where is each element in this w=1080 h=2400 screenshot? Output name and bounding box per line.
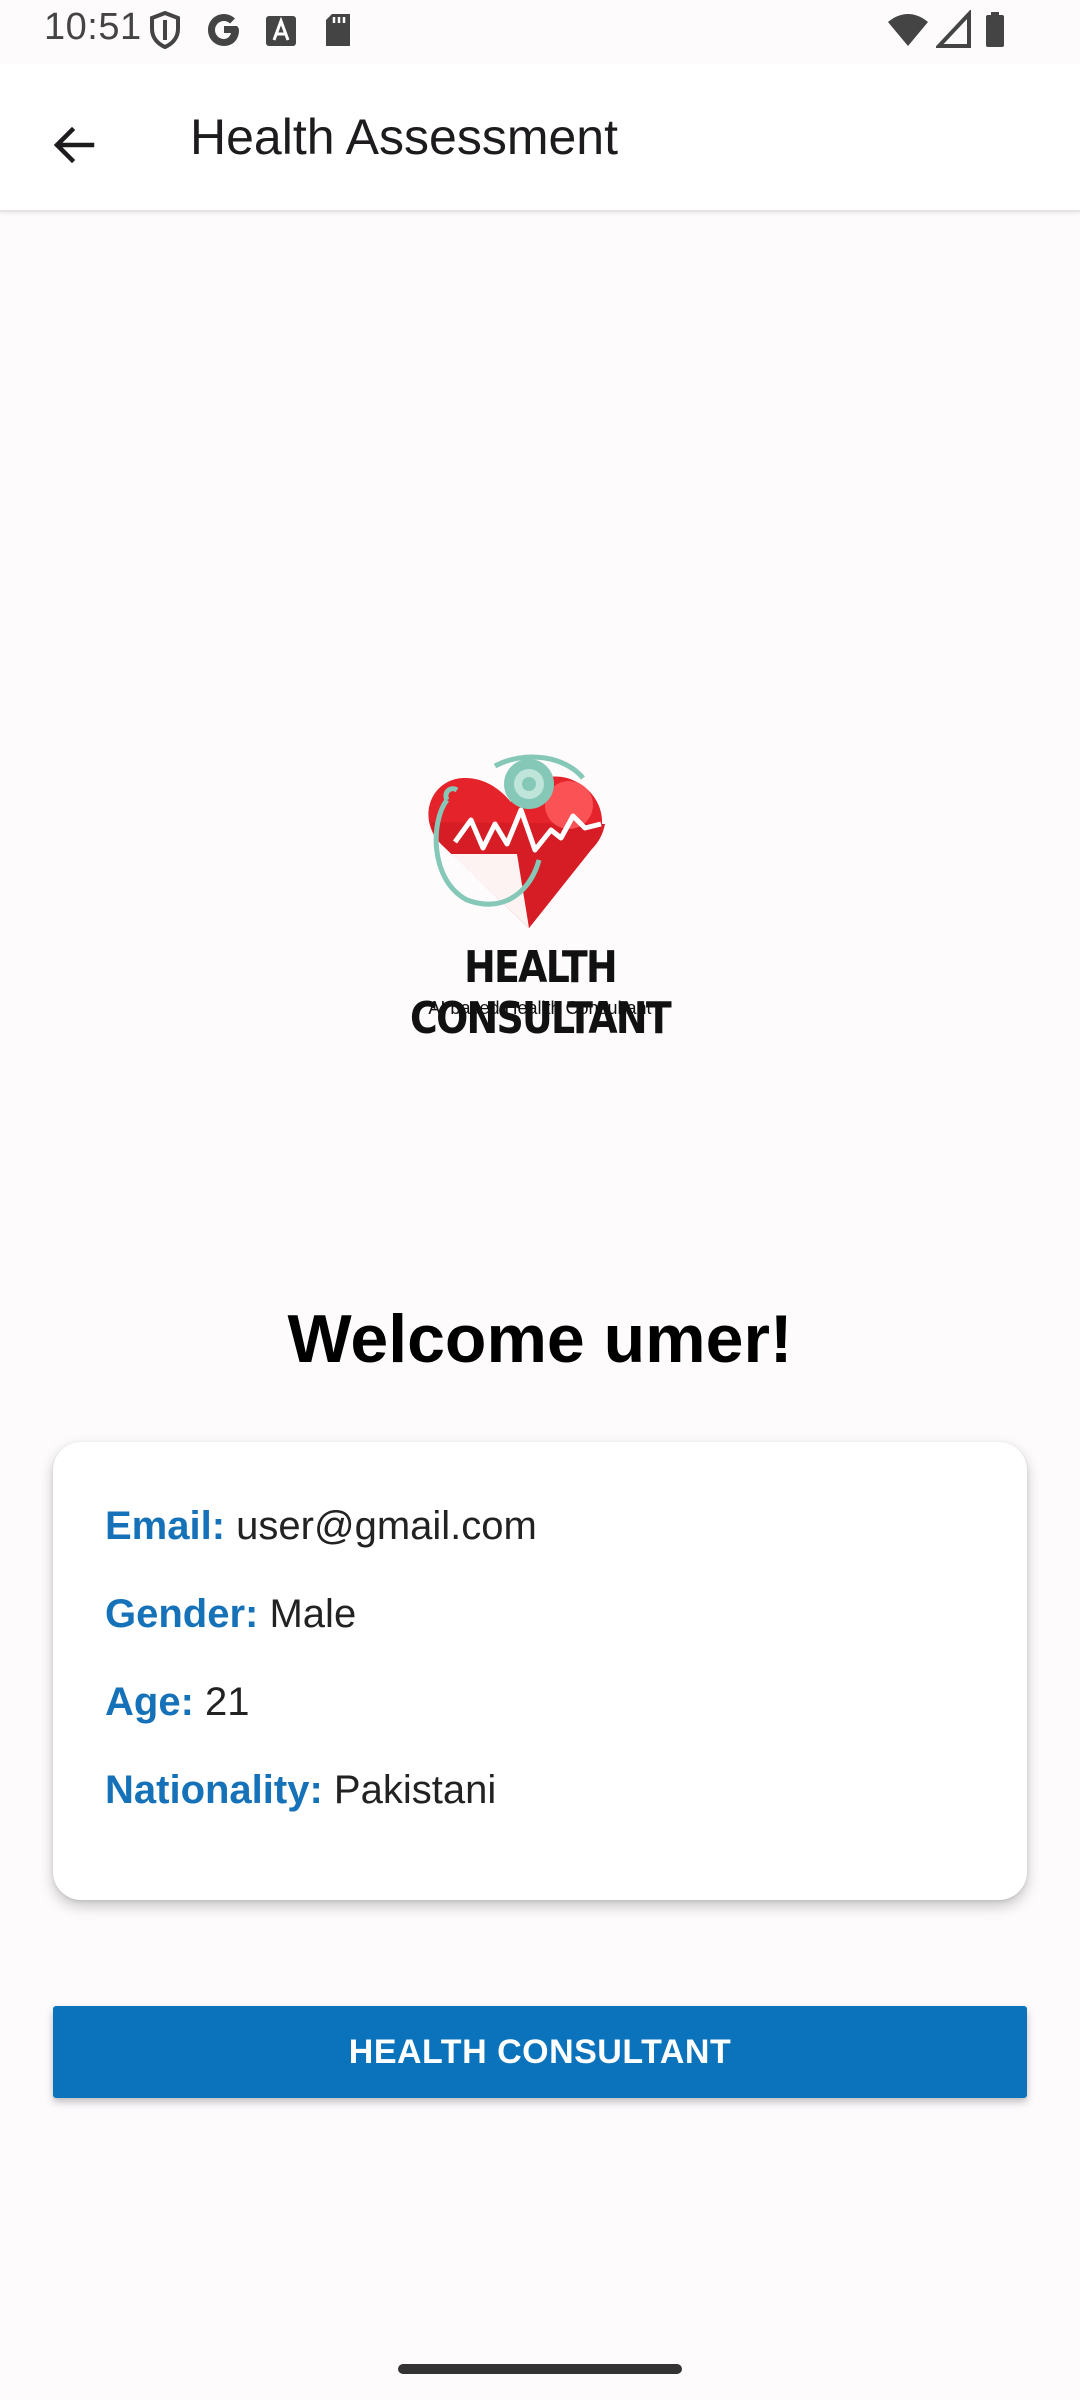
sd-card-icon — [322, 10, 354, 55]
age-label: Age: — [105, 1680, 194, 1724]
status-bar: 10:51 — [0, 0, 1080, 64]
font-a-icon — [264, 10, 298, 55]
gender-label: Gender: — [105, 1592, 259, 1636]
home-indicator[interactable] — [398, 2364, 682, 2374]
arrow-back-icon — [53, 126, 95, 164]
profile-card: Email: user@gmail.com Gender: Male Age: … — [53, 1442, 1027, 1900]
cell-signal-icon — [934, 8, 972, 55]
logo-title: HEALTH CONSULTANT — [410, 942, 672, 1044]
logo-subtitle: AI based Heallth Consultant — [428, 998, 652, 1018]
welcome-heading: Welcome umer! — [287, 1301, 793, 1377]
email-row: Email: user@gmail.com — [105, 1504, 537, 1549]
google-icon — [204, 10, 244, 55]
battery-icon — [984, 10, 1006, 55]
page-title: Health Assessment — [190, 109, 618, 165]
app-logo: HEALTH CONSULTANT AI based Heallth Consu… — [355, 750, 725, 1044]
gender-value: Male — [269, 1592, 357, 1636]
shield-icon — [148, 10, 182, 55]
wifi-icon — [886, 10, 930, 55]
age-value: 21 — [205, 1680, 250, 1724]
heart-stethoscope-icon — [428, 754, 605, 928]
app-bar: Health Assessment — [0, 64, 1080, 212]
gender-row: Gender: Male — [105, 1592, 356, 1637]
back-button[interactable] — [30, 102, 116, 188]
status-time: 10:51 — [44, 6, 142, 48]
email-value: user@gmail.com — [236, 1504, 537, 1548]
age-row: Age: 21 — [105, 1680, 250, 1725]
email-label: Email: — [105, 1504, 226, 1548]
nationality-value: Pakistani — [333, 1768, 497, 1812]
health-consultant-button[interactable]: HEALTH CONSULTANT — [53, 2006, 1027, 2098]
nationality-row: Nationality: Pakistani — [105, 1768, 496, 1813]
nationality-label: Nationality: — [105, 1768, 323, 1812]
